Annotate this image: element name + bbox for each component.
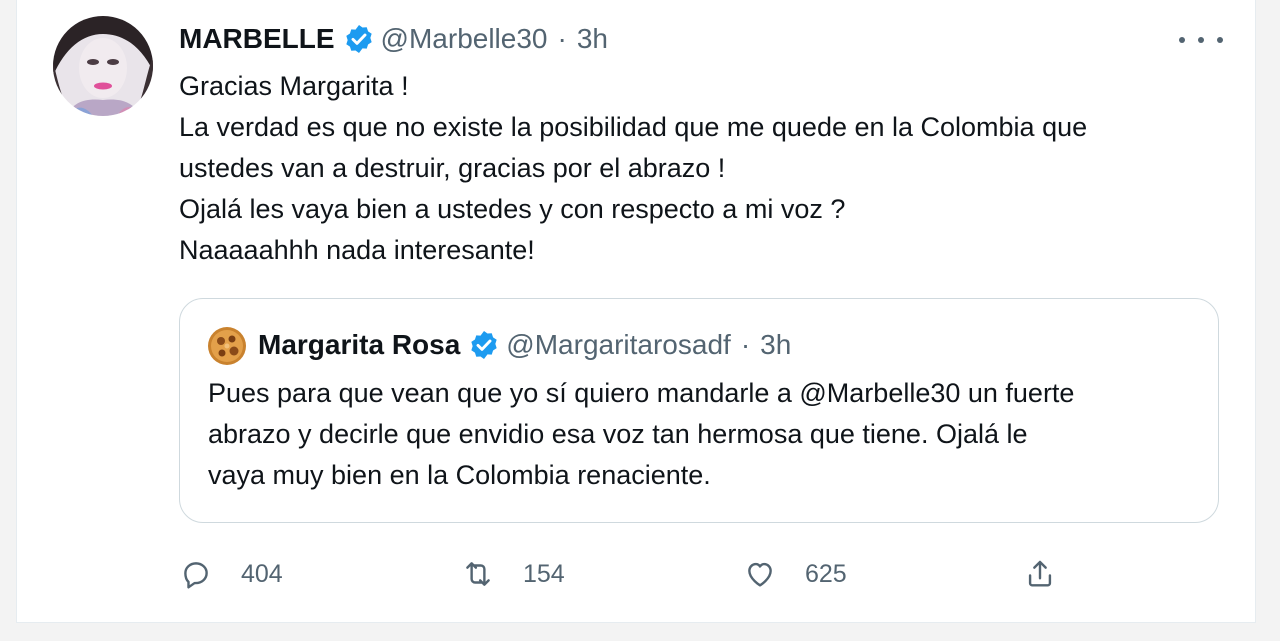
quoted-author-name[interactable]: Margarita Rosa <box>258 329 460 361</box>
tweet-header: MARBELLE @Marbelle30 · 3h <box>179 20 608 58</box>
retweet-icon <box>466 562 490 586</box>
quoted-author-avatar[interactable] <box>208 327 246 365</box>
quoted-tweet[interactable]: Margarita Rosa @Margaritarosadf · 3h Pue… <box>179 298 1219 523</box>
share-icon <box>1028 560 1052 587</box>
separator-dot: · <box>557 23 567 54</box>
quoted-text-line: vaya muy bien en la Colombia renaciente. <box>208 460 711 490</box>
tweet-text-line: La verdad es que no existe la posibilida… <box>179 112 1088 142</box>
tweet-text-line: Ojalá les vaya bien a ustedes y con resp… <box>179 194 846 224</box>
verified-badge-icon <box>468 329 500 361</box>
tweet-actions: 404 154 625 <box>179 552 1079 596</box>
quoted-text-line: Pues para que vean que yo sí quiero mand… <box>208 378 1075 408</box>
heart-icon <box>748 562 772 587</box>
tweet-text-line: ustedes van a destruir, gracias por el a… <box>179 153 726 183</box>
reply-icon <box>184 562 208 589</box>
tweet-card[interactable]: MARBELLE @Marbelle30 · 3h Gracias Margar… <box>16 0 1256 623</box>
retweet-button[interactable]: 154 <box>461 552 565 596</box>
separator-dot: · <box>740 329 751 360</box>
share-button[interactable] <box>1023 552 1085 596</box>
quoted-header: Margarita Rosa @Margaritarosadf · 3h <box>258 325 791 365</box>
like-button[interactable]: 625 <box>743 552 847 596</box>
quoted-timestamp[interactable]: 3h <box>760 329 791 361</box>
quoted-text: Pues para que vean que yo sí quiero mand… <box>208 373 1198 496</box>
tweet-text: Gracias Margarita ! La verdad es que no … <box>179 66 1239 271</box>
reply-button[interactable]: 404 <box>179 552 283 596</box>
quoted-author-handle[interactable]: @Margaritarosadf <box>506 329 731 361</box>
verified-badge-icon <box>343 23 375 55</box>
author-avatar[interactable] <box>53 16 153 116</box>
tweet-text-line: Gracias Margarita ! <box>179 71 409 101</box>
tweet-text-line: Naaaaahhh nada interesante! <box>179 235 535 265</box>
retweet-count: 154 <box>523 559 565 588</box>
more-options-icon[interactable] <box>1179 26 1223 54</box>
author-name[interactable]: MARBELLE <box>179 23 335 55</box>
reply-count: 404 <box>241 559 283 588</box>
like-count: 625 <box>805 559 847 588</box>
tweet-timestamp[interactable]: 3h <box>577 23 608 55</box>
author-handle[interactable]: @Marbelle30 <box>381 23 548 55</box>
quoted-text-line: abrazo y decirle que envidio esa voz tan… <box>208 419 1028 449</box>
